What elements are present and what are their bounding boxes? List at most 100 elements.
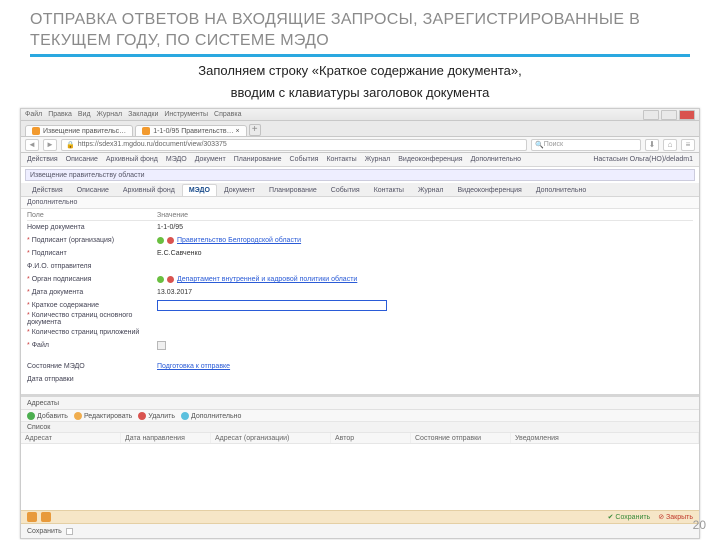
menu-view[interactable]: Вид — [78, 111, 91, 118]
summary-input[interactable] — [157, 300, 387, 311]
favicon-icon — [32, 127, 40, 135]
value-sign-org[interactable]: Правительство Белгородской области — [177, 237, 301, 244]
tab-extra[interactable]: Дополнительно — [529, 184, 593, 196]
window-minimize[interactable] — [643, 110, 659, 120]
form-area: Поле Значение Номер документа1-1-0/95 *П… — [21, 209, 699, 390]
topbar-item[interactable]: События — [290, 156, 319, 163]
topbar-item[interactable]: Архивный фонд — [106, 156, 158, 163]
col-addressee[interactable]: Адресат — [21, 433, 121, 443]
tab-actions[interactable]: Действия — [25, 184, 70, 196]
go-icon[interactable] — [157, 276, 164, 283]
go-icon[interactable] — [157, 237, 164, 244]
file-picker-icon[interactable] — [157, 341, 166, 350]
orange-toolbar: ✔ Сохранить ⊘ Закрыть — [21, 510, 699, 524]
label-summary: *Краткое содержание — [27, 302, 157, 309]
tab-medo[interactable]: МЭДО — [182, 184, 217, 196]
col-send-state[interactable]: Состояние отправки — [411, 433, 511, 443]
label-signer: *Подписант — [27, 250, 157, 257]
browser-window: Файл Правка Вид Журнал Закладки Инструме… — [20, 108, 700, 539]
pencil-icon — [74, 412, 82, 420]
recipients-title: Адресаты — [21, 397, 699, 410]
label-sent-date: Дата отправки — [27, 376, 157, 383]
tab-events[interactable]: События — [324, 184, 367, 196]
save-button[interactable]: ✔ Сохранить — [608, 513, 651, 521]
save-dropdown[interactable] — [66, 528, 73, 535]
label-medo-state: Состояние МЭДО — [27, 363, 157, 370]
value-doc-number: 1-1-0/95 — [157, 224, 693, 231]
col-author[interactable]: Автор — [331, 433, 411, 443]
tab-description[interactable]: Описание — [70, 184, 116, 196]
topbar-item[interactable]: Журнал — [365, 156, 391, 163]
address-bar[interactable]: 🔒https://sdex31.mgdou.ru/document/view/3… — [61, 139, 527, 151]
gear-icon — [181, 412, 189, 420]
window-maximize[interactable] — [661, 110, 677, 120]
downloads-icon[interactable]: ⬇ — [645, 139, 659, 151]
topbar-item[interactable]: Описание — [66, 156, 98, 163]
topbar-item[interactable]: Документ — [195, 156, 226, 163]
menu-history[interactable]: Журнал — [97, 111, 123, 118]
app-tabbar: Действия Описание Архивный фонд МЭДО Док… — [21, 183, 699, 197]
tab-archive[interactable]: Архивный фонд — [116, 184, 182, 196]
stop-icon[interactable] — [167, 276, 174, 283]
close-button[interactable]: ⊘ Закрыть — [658, 513, 693, 521]
tab-contacts[interactable]: Контакты — [367, 184, 411, 196]
menu-tools[interactable]: Инструменты — [164, 111, 208, 118]
divider — [30, 54, 690, 57]
label-main-pages: *Количество страниц основного документа — [27, 312, 157, 326]
document-header: Извещение правительству области — [25, 169, 695, 181]
search-box[interactable]: 🔍 Поиск — [531, 139, 641, 151]
nav-back[interactable]: ◄ — [25, 139, 39, 151]
menu-icon[interactable]: ≡ — [681, 139, 695, 151]
tab-label: Извещение правительс… — [43, 128, 126, 135]
col-org[interactable]: Адресат (организации) — [211, 433, 331, 443]
firefox-toolbar: ◄ ► 🔒https://sdex31.mgdou.ru/document/vi… — [21, 137, 699, 153]
nav-forward[interactable]: ► — [43, 139, 57, 151]
home-icon[interactable]: ⌂ — [663, 139, 677, 151]
section-expand[interactable]: Дополнительно — [21, 197, 699, 209]
recipients-panel: Адресаты Добавить Редактировать Удалить … — [21, 394, 699, 510]
browser-tab-1[interactable]: Извещение правительс… — [25, 125, 133, 136]
url-text: https://sdex31.mgdou.ru/document/view/30… — [78, 141, 227, 148]
topbar-item[interactable]: Планирование — [234, 156, 282, 163]
current-user: Настасьин Ольга(НО)/deladm1 — [593, 156, 693, 163]
topbar-item[interactable]: Действия — [27, 156, 58, 163]
tab-document[interactable]: Документ — [217, 184, 262, 196]
stop-icon[interactable] — [167, 237, 174, 244]
tab-planning[interactable]: Планирование — [262, 184, 324, 196]
browser-tab-2[interactable]: 1-1-0/95 Правительств… × — [135, 125, 246, 136]
more-button[interactable]: Дополнительно — [181, 412, 241, 420]
tab-log[interactable]: Журнал — [411, 184, 451, 196]
new-tab-button[interactable]: + — [249, 124, 261, 136]
form-header: Поле Значение — [27, 211, 693, 221]
topbar-item[interactable]: Видеоконференция — [398, 156, 462, 163]
topbar-item[interactable]: МЭДО — [166, 156, 187, 163]
topbar-item[interactable]: Дополнительно — [471, 156, 521, 163]
value-signer: Е.С.Савченко — [157, 250, 693, 257]
value-doc-date: 13.03.2017 — [157, 289, 693, 296]
recipients-subtab[interactable]: Список — [21, 422, 699, 433]
minus-icon — [138, 412, 146, 420]
tab-video[interactable]: Видеоконференция — [450, 184, 528, 196]
favicon-icon — [142, 127, 150, 135]
save-button-2[interactable]: Сохранить — [27, 528, 62, 535]
col-value: Значение — [157, 212, 188, 219]
edit-button[interactable]: Редактировать — [74, 412, 132, 420]
lock-icon: 🔒 — [66, 141, 75, 149]
col-send-date[interactable]: Дата направления — [121, 433, 211, 443]
menu-help[interactable]: Справка — [214, 111, 241, 118]
orange-icon[interactable] — [41, 512, 51, 522]
menu-bookmarks[interactable]: Закладки — [128, 111, 158, 118]
window-close[interactable] — [679, 110, 695, 120]
menu-edit[interactable]: Правка — [48, 111, 72, 118]
value-medo-state[interactable]: Подготовка к отправке — [157, 363, 230, 370]
col-notify[interactable]: Уведомления — [511, 433, 699, 443]
slide-number: 20 — [693, 518, 706, 532]
label-doc-number: Номер документа — [27, 224, 157, 231]
menu-file[interactable]: Файл — [25, 111, 42, 118]
value-sign-dept[interactable]: Департамент внутренней и кадровой полити… — [177, 276, 357, 283]
add-button[interactable]: Добавить — [27, 412, 68, 420]
topbar-item[interactable]: Контакты — [326, 156, 356, 163]
label-file: *Файл — [27, 342, 157, 349]
orange-icon[interactable] — [27, 512, 37, 522]
delete-button[interactable]: Удалить — [138, 412, 175, 420]
